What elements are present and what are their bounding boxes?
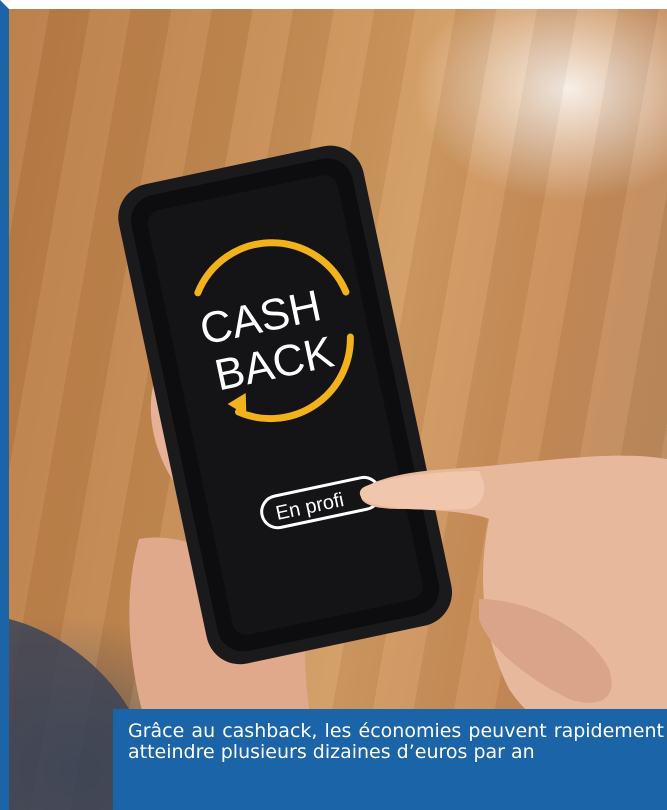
- image-caption: Grâce au cashback, les économies peuvent…: [113, 709, 667, 810]
- phone-in-hands-illustration: CASH BACK En profi: [9, 145, 667, 810]
- sleeve: [9, 619, 129, 810]
- article-image-frame: CASH BACK En profi Grâce au cashback, le…: [0, 0, 667, 810]
- cashback-photo: CASH BACK En profi: [9, 9, 667, 810]
